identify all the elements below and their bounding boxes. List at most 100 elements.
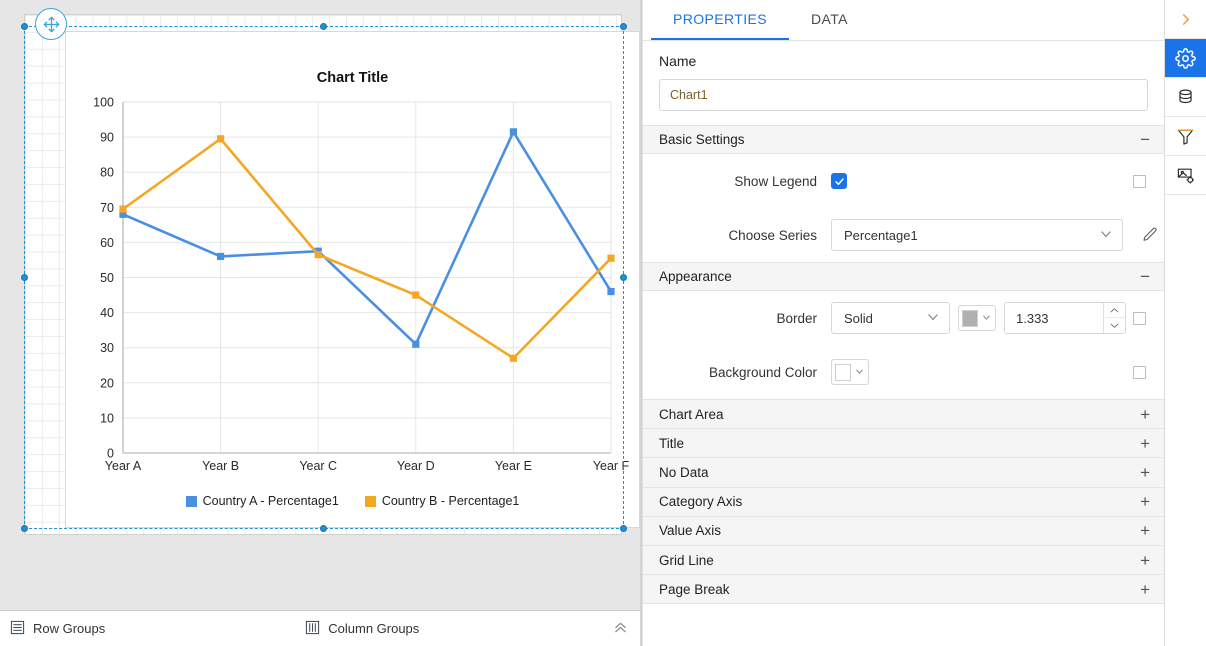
section-title: Grid Line — [659, 553, 714, 568]
legend-swatch — [186, 496, 197, 507]
filter-funnel-icon[interactable] — [1165, 117, 1206, 156]
series-marker — [510, 128, 517, 135]
row-background-color: Background Color — [643, 345, 1164, 399]
column-groups-label: Column Groups — [328, 621, 419, 636]
chevron-down-icon — [854, 365, 865, 380]
y-axis-tick-label: 10 — [100, 411, 114, 425]
section-title: Page Break — [659, 582, 730, 597]
chevron-double-up-icon[interactable] — [613, 620, 628, 638]
section-expand-icon[interactable]: + — [1140, 435, 1150, 452]
collapsed-sections-list: Chart Area+Title+No Data+Category Axis+V… — [643, 399, 1164, 604]
chart-y-axis-labels: 1009080706050403020100 — [93, 96, 114, 461]
section-title: No Data — [659, 465, 709, 480]
report-designer-surface[interactable]: Chart Title 1009080706050403020100 Year … — [0, 0, 640, 646]
border-width-decrement[interactable] — [1104, 318, 1125, 333]
section-header-title[interactable]: Title + — [643, 429, 1164, 458]
tab-properties[interactable]: PROPERTIES — [651, 0, 789, 40]
section-title: Category Axis — [659, 494, 742, 509]
section-header-value-axis[interactable]: Value Axis + — [643, 517, 1164, 546]
x-axis-tick-label: Year A — [105, 459, 142, 473]
y-axis-tick-label: 40 — [100, 306, 114, 320]
section-expand-icon[interactable]: + — [1140, 581, 1150, 598]
section-title: Chart Area — [659, 407, 724, 422]
name-input[interactable] — [659, 79, 1148, 111]
row-choose-series: Choose Series Percentage1 — [643, 208, 1164, 262]
section-title: Title — [659, 436, 684, 451]
border-style-value: Solid — [844, 311, 873, 326]
border-color-picker[interactable] — [958, 305, 996, 331]
x-axis-tick-label: Year D — [397, 459, 435, 473]
report-body[interactable]: Chart Title 1009080706050403020100 Year … — [24, 14, 622, 535]
x-axis-tick-label: Year E — [495, 459, 532, 473]
series-marker — [412, 341, 419, 348]
chevron-right-icon[interactable] — [1165, 0, 1206, 39]
section-header-no-data[interactable]: No Data + — [643, 458, 1164, 487]
properties-panel: PROPERTIES DATA Name Basic Settings − Sh… — [642, 0, 1164, 646]
border-width-increment[interactable] — [1104, 303, 1125, 318]
show-legend-label: Show Legend — [659, 174, 831, 189]
border-width-spinner[interactable]: 1.333 — [1004, 302, 1126, 334]
section-header-page-break[interactable]: Page Break + — [643, 575, 1164, 604]
gear-icon[interactable] — [1165, 39, 1206, 78]
border-expression-checkbox[interactable] — [1133, 312, 1146, 325]
chart-gridlines — [123, 102, 611, 453]
section-expand-icon[interactable]: + — [1140, 552, 1150, 569]
series-marker — [217, 253, 224, 260]
section-header-appearance[interactable]: Appearance − — [643, 262, 1164, 291]
section-header-basic-settings[interactable]: Basic Settings − — [643, 125, 1164, 154]
y-axis-tick-label: 90 — [100, 131, 114, 145]
column-groups-button[interactable]: Column Groups — [305, 620, 419, 638]
database-icon[interactable] — [1165, 78, 1206, 117]
section-header-category-axis[interactable]: Category Axis + — [643, 488, 1164, 517]
design-canvas[interactable]: Chart Title 1009080706050403020100 Year … — [0, 0, 640, 610]
series-marker — [315, 251, 322, 258]
row-border: Border Solid — [643, 291, 1164, 345]
panel-body: Name Basic Settings − Show Legend Choose — [643, 41, 1164, 646]
right-icon-rail — [1164, 0, 1206, 646]
section-header-grid-line[interactable]: Grid Line + — [643, 546, 1164, 575]
section-collapse-icon-basic-settings[interactable]: − — [1140, 131, 1150, 148]
section-expand-icon[interactable]: + — [1140, 522, 1150, 539]
pencil-icon[interactable] — [1141, 226, 1159, 244]
chevron-down-icon — [925, 309, 941, 328]
image-settings-icon[interactable] — [1165, 156, 1206, 195]
border-width-value[interactable]: 1.333 — [1005, 303, 1103, 333]
section-title: Value Axis — [659, 523, 721, 538]
choose-series-select[interactable]: Percentage1 — [831, 219, 1123, 251]
y-axis-tick-label: 60 — [100, 236, 114, 250]
chart-series-layer — [119, 128, 614, 362]
background-color-expression-checkbox[interactable] — [1133, 366, 1146, 379]
row-groups-icon — [10, 620, 25, 638]
legend-label: Country A - Percentage1 — [203, 494, 339, 508]
legend-label: Country B - Percentage1 — [382, 494, 520, 508]
section-title-basic-settings: Basic Settings — [659, 132, 745, 147]
move-arrows-icon[interactable] — [35, 8, 67, 40]
series-marker — [607, 255, 614, 262]
tab-data[interactable]: DATA — [789, 0, 870, 40]
panel-tabs: PROPERTIES DATA — [643, 0, 1164, 41]
y-axis-tick-label: 80 — [100, 166, 114, 180]
chart-report-item[interactable]: Chart Title 1009080706050403020100 Year … — [65, 31, 640, 528]
chart-x-axis-labels: Year AYear BYear CYear DYear EYear F — [105, 459, 630, 473]
show-legend-checkbox[interactable] — [831, 173, 847, 189]
show-legend-expression-checkbox[interactable] — [1133, 175, 1146, 188]
section-expand-icon[interactable]: + — [1140, 493, 1150, 510]
series-marker — [607, 288, 614, 295]
border-color-chip — [962, 310, 978, 327]
row-show-legend: Show Legend — [643, 154, 1164, 208]
section-collapse-icon-appearance[interactable]: − — [1140, 268, 1150, 285]
border-style-select[interactable]: Solid — [831, 302, 950, 334]
name-label: Name — [659, 53, 1148, 69]
section-expand-icon[interactable]: + — [1140, 406, 1150, 423]
chart-plot-area: 1009080706050403020100 Year AYear BYear … — [66, 32, 639, 527]
section-header-chart-area[interactable]: Chart Area + — [643, 400, 1164, 429]
background-color-picker[interactable] — [831, 359, 869, 385]
chevron-down-icon — [1098, 226, 1114, 245]
name-field-block: Name — [643, 41, 1164, 125]
row-groups-button[interactable]: Row Groups — [10, 620, 105, 638]
section-expand-icon[interactable]: + — [1140, 464, 1150, 481]
background-color-chip — [835, 364, 851, 381]
series-marker — [510, 355, 517, 362]
series-marker — [217, 135, 224, 142]
series-marker — [119, 205, 126, 212]
